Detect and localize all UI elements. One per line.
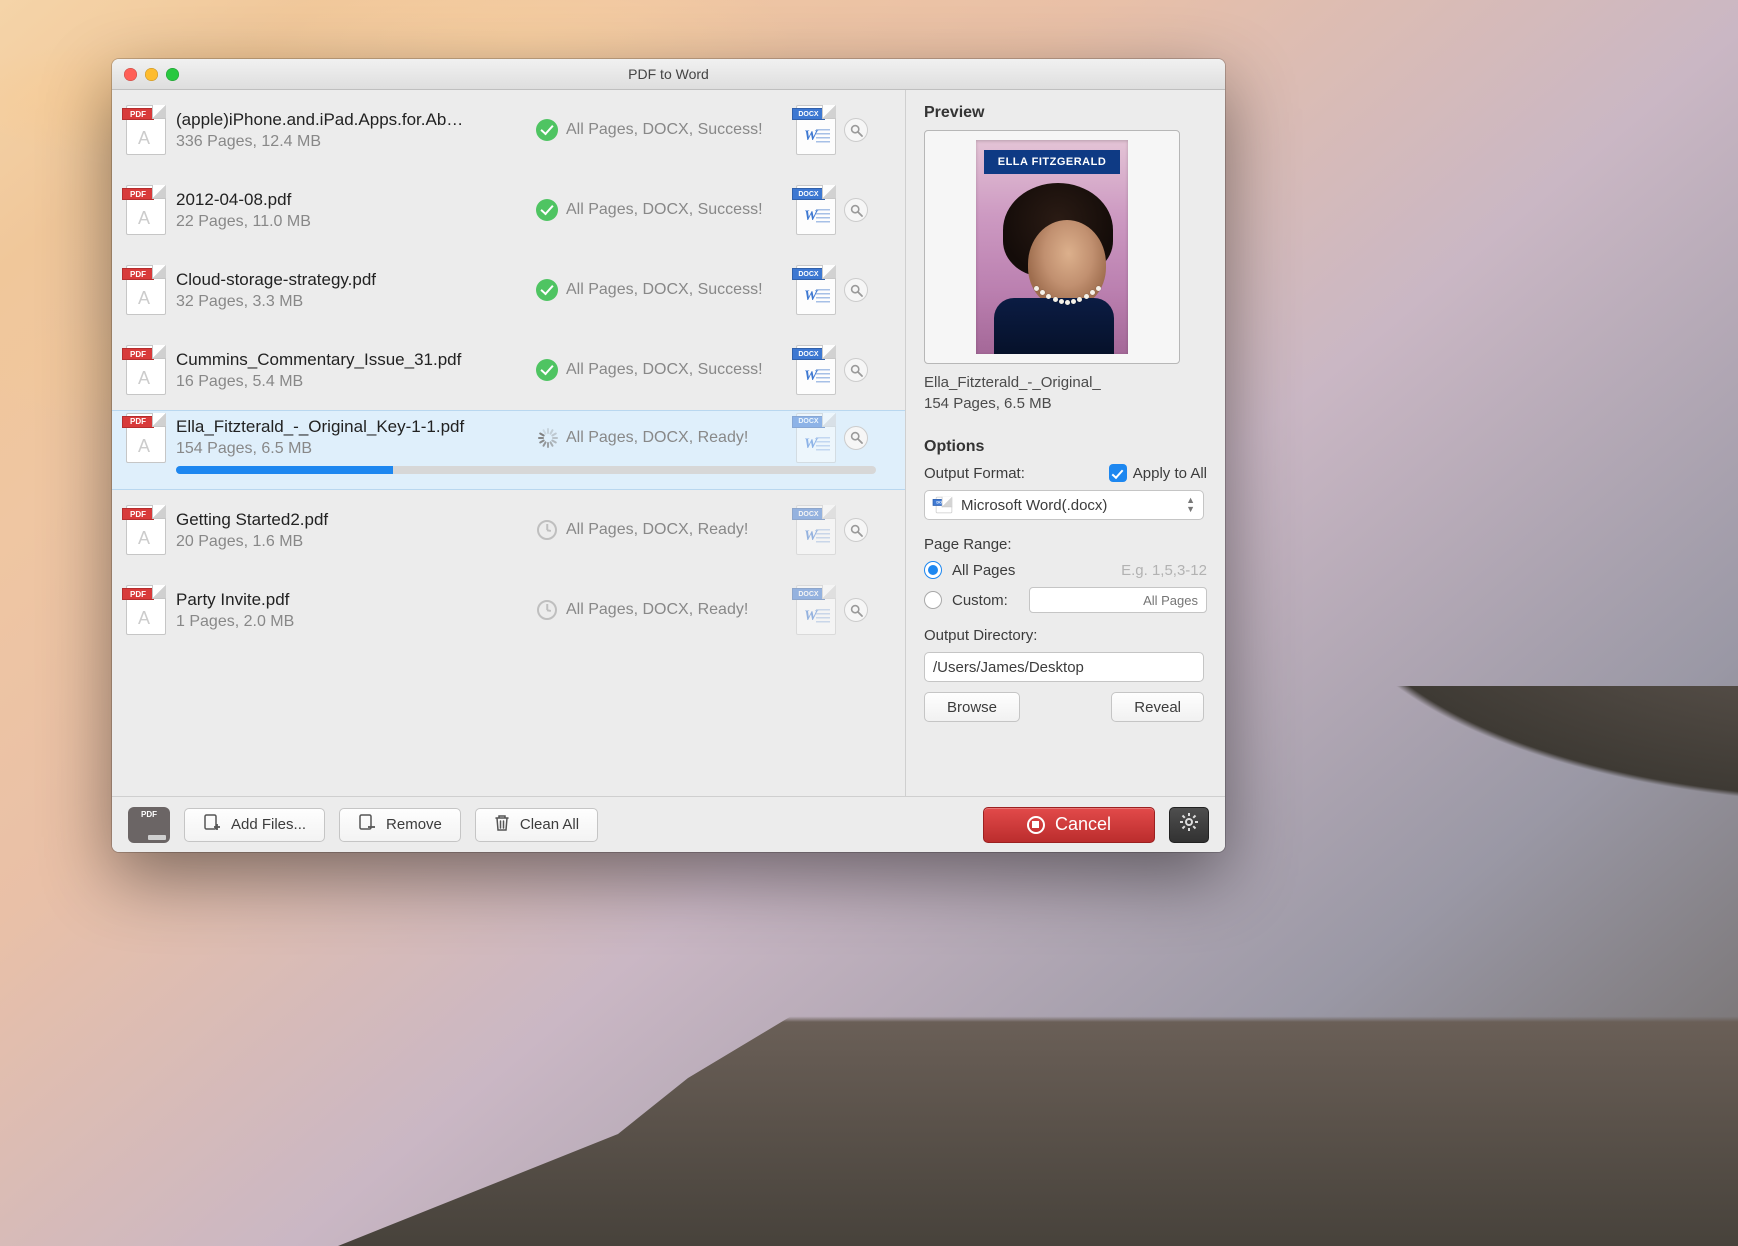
window-title: PDF to Word bbox=[628, 66, 709, 82]
pdf-file-icon: PDFA bbox=[126, 345, 166, 395]
reveal-in-finder-button[interactable] bbox=[844, 278, 868, 302]
add-file-icon bbox=[203, 814, 221, 836]
status-text: All Pages, DOCX, Ready! bbox=[566, 521, 796, 539]
options-heading: Options bbox=[924, 438, 1207, 456]
file-meta: 32 Pages, 3.3 MB bbox=[176, 293, 536, 311]
success-icon bbox=[536, 359, 558, 381]
file-name: Ella_Fitzterald_-_Original_Key-1-1.pdf bbox=[176, 417, 536, 437]
reveal-in-finder-button[interactable] bbox=[844, 598, 868, 622]
zoom-icon[interactable] bbox=[166, 68, 179, 81]
reveal-in-finder-button[interactable] bbox=[844, 518, 868, 542]
file-meta: 336 Pages, 12.4 MB bbox=[176, 133, 536, 151]
chevron-updown-icon: ▲▼ bbox=[1186, 496, 1195, 514]
toolbar: PDF Add Files... Remove Clean All Cancel bbox=[112, 797, 1225, 852]
file-meta: 16 Pages, 5.4 MB bbox=[176, 373, 536, 391]
output-dir-label: Output Directory: bbox=[924, 627, 1207, 644]
output-format-label: Output Format: bbox=[924, 465, 1025, 482]
options-panel: Preview ELLA FITZGERALD Ella_Fitzterald_… bbox=[905, 90, 1225, 796]
pdf-file-icon: PDFA bbox=[126, 185, 166, 235]
stop-icon bbox=[1027, 816, 1045, 834]
output-dir-input[interactable] bbox=[924, 652, 1204, 682]
file-name: Cummins_Commentary_Issue_31.pdf bbox=[176, 350, 536, 370]
preview-thumbnail[interactable]: ELLA FITZGERALD bbox=[924, 130, 1180, 364]
preview-meta: 154 Pages, 6.5 MB bbox=[924, 395, 1180, 412]
remove-button[interactable]: Remove bbox=[339, 808, 461, 842]
status-text: All Pages, DOCX, Success! bbox=[566, 121, 796, 139]
pdf-file-icon: PDFA bbox=[126, 505, 166, 555]
add-files-button[interactable]: Add Files... bbox=[184, 808, 325, 842]
cancel-button[interactable]: Cancel bbox=[983, 807, 1155, 843]
docx-file-icon: DOCXW bbox=[796, 585, 836, 635]
settings-button[interactable] bbox=[1169, 807, 1209, 843]
file-name: Party Invite.pdf bbox=[176, 590, 536, 610]
docx-file-icon: DOCXW bbox=[796, 265, 836, 315]
file-list[interactable]: PDFA (apple)iPhone.and.iPad.Apps.for.Ab… 3… bbox=[112, 90, 905, 796]
file-row[interactable]: PDFA Getting Started2.pdf 20 Pages, 1.6 MB… bbox=[112, 490, 905, 570]
page-range-label: Page Range: bbox=[924, 536, 1207, 553]
output-format-select[interactable]: DOCX Microsoft Word(.docx) ▲▼ bbox=[924, 490, 1204, 520]
radio-all-pages[interactable] bbox=[924, 561, 942, 579]
docx-file-icon: DOCXW bbox=[796, 345, 836, 395]
docx-file-icon: DOCXW bbox=[796, 185, 836, 235]
status-text: All Pages, DOCX, Ready! bbox=[566, 601, 796, 619]
gear-icon bbox=[1179, 812, 1199, 837]
titlebar[interactable]: PDF to Word bbox=[112, 59, 1225, 90]
file-row[interactable]: PDFA Ella_Fitzterald_-_Original_Key-1-1.p… bbox=[112, 410, 905, 464]
pdf-file-icon: PDFA bbox=[126, 105, 166, 155]
status-text: All Pages, DOCX, Success! bbox=[566, 281, 796, 299]
page-range-input[interactable] bbox=[1029, 587, 1207, 613]
file-name: Getting Started2.pdf bbox=[176, 510, 536, 530]
docx-file-icon: DOCXW bbox=[796, 505, 836, 555]
pdf-file-icon: PDFA bbox=[126, 585, 166, 635]
file-meta: 22 Pages, 11.0 MB bbox=[176, 213, 536, 231]
pdf-file-icon: PDFA bbox=[126, 265, 166, 315]
pdf-file-icon: PDFA bbox=[126, 413, 166, 463]
success-icon bbox=[536, 119, 558, 141]
reveal-button[interactable]: Reveal bbox=[1111, 692, 1204, 722]
apply-all-checkbox[interactable]: Apply to All bbox=[1109, 464, 1207, 482]
app-logo-icon: PDF bbox=[128, 807, 170, 843]
reveal-in-finder-button[interactable] bbox=[844, 426, 868, 450]
file-meta: 20 Pages, 1.6 MB bbox=[176, 533, 536, 551]
docx-file-icon: DOCXW bbox=[796, 413, 836, 463]
file-row[interactable]: PDFA Cummins_Commentary_Issue_31.pdf 16 Pa… bbox=[112, 330, 905, 410]
pending-icon bbox=[537, 520, 557, 540]
file-row[interactable]: PDFA (apple)iPhone.and.iPad.Apps.for.Ab… 3… bbox=[112, 90, 905, 170]
file-row[interactable]: PDFA Party Invite.pdf 1 Pages, 2.0 MB All P… bbox=[112, 570, 905, 650]
status-text: All Pages, DOCX, Success! bbox=[566, 361, 796, 379]
browse-button[interactable]: Browse bbox=[924, 692, 1020, 722]
file-row[interactable]: PDFA 2012-04-08.pdf 22 Pages, 11.0 MB All P… bbox=[112, 170, 905, 250]
minimize-icon[interactable] bbox=[145, 68, 158, 81]
file-name: 2012-04-08.pdf bbox=[176, 190, 536, 210]
preview-filename: Ella_Fitzterald_-_Original_ bbox=[924, 374, 1180, 391]
status-text: All Pages, DOCX, Success! bbox=[566, 201, 796, 219]
status-text: All Pages, DOCX, Ready! bbox=[566, 429, 796, 447]
reveal-in-finder-button[interactable] bbox=[844, 198, 868, 222]
trash-icon bbox=[494, 814, 510, 836]
reveal-in-finder-button[interactable] bbox=[844, 118, 868, 142]
pending-icon bbox=[537, 600, 557, 620]
success-icon bbox=[536, 279, 558, 301]
check-icon bbox=[1109, 464, 1127, 482]
clean-all-button[interactable]: Clean All bbox=[475, 808, 598, 842]
file-meta: 154 Pages, 6.5 MB bbox=[176, 440, 536, 458]
file-name: Cloud-storage-strategy.pdf bbox=[176, 270, 536, 290]
cover-title: ELLA FITZGERALD bbox=[984, 150, 1120, 174]
file-meta: 1 Pages, 2.0 MB bbox=[176, 613, 536, 631]
reveal-in-finder-button[interactable] bbox=[844, 358, 868, 382]
page-range-hint: E.g. 1,5,3-12 bbox=[1121, 562, 1207, 579]
app-window: PDF to Word PDFA (apple)iPhone.and.iPad.A… bbox=[112, 59, 1225, 852]
preview-heading: Preview bbox=[924, 104, 1207, 122]
remove-file-icon bbox=[358, 814, 376, 836]
conversion-progress bbox=[176, 466, 876, 474]
close-icon[interactable] bbox=[124, 68, 137, 81]
file-name: (apple)iPhone.and.iPad.Apps.for.Ab… bbox=[176, 110, 536, 130]
docx-file-icon: DOCXW bbox=[796, 105, 836, 155]
radio-custom[interactable] bbox=[924, 591, 942, 609]
success-icon bbox=[536, 199, 558, 221]
progress-spinner-icon bbox=[537, 428, 557, 448]
file-row[interactable]: PDFA Cloud-storage-strategy.pdf 32 Pages, … bbox=[112, 250, 905, 330]
